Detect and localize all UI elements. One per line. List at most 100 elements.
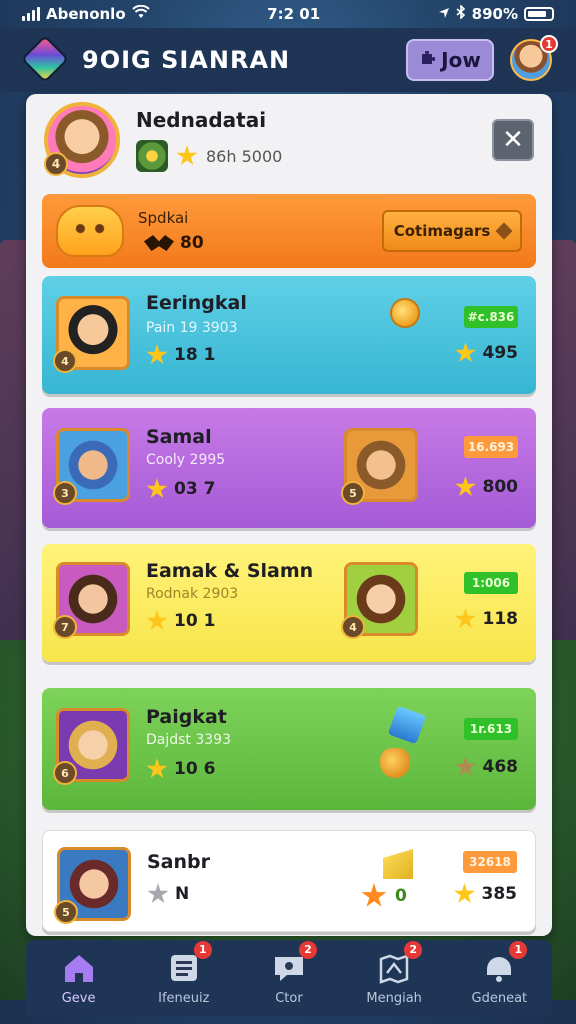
star-icon	[146, 478, 168, 499]
nav-badge: 1	[193, 940, 212, 959]
player-tag: 1:006	[464, 572, 518, 594]
player-card[interactable]: 7 Eamak & Slamn Rodnak 2903 10 1 4 1:006…	[42, 544, 536, 662]
signal-icon	[22, 7, 40, 21]
star-icon	[146, 344, 168, 365]
player-right-stars: 800	[482, 477, 519, 497]
game-logo-icon	[20, 34, 70, 84]
nav-item-map[interactable]: 2 Mengiah	[344, 940, 444, 1006]
star-icon	[146, 610, 168, 631]
rival-avatar: 4	[341, 562, 418, 639]
player-tag: 32618	[463, 851, 517, 873]
carrier-label: Abenonlo	[46, 5, 126, 23]
star-icon	[147, 883, 169, 904]
player-subtitle: Cooly 2995	[146, 452, 226, 468]
coin-icon	[390, 298, 420, 328]
player-tag: 1r.613	[464, 718, 518, 740]
player-name: Eeringkal	[146, 292, 247, 314]
gem-icon	[136, 140, 168, 172]
star-icon	[454, 342, 477, 363]
rival-level-badge: 4	[341, 615, 365, 639]
player-card[interactable]: 4 Eeringkal Pain 19 3903 18 1 #c.836 495	[42, 276, 536, 394]
player-stars: 03 7	[174, 479, 216, 499]
star-icon	[176, 145, 198, 166]
user-avatar[interactable]: 1	[510, 35, 558, 81]
nav-item-list[interactable]: 1 Ifeneuiz	[134, 940, 234, 1006]
leaderboard-panel: 4 Nednadatai 86h 5000 ✕ Spdkai 80 Cotima…	[26, 94, 552, 936]
player-stars: N	[175, 884, 190, 904]
bluetooth-icon	[456, 4, 466, 23]
nav-item-home[interactable]: Geve	[29, 951, 129, 1006]
top-header: 9OIG SIANRAN Jow 1	[0, 28, 576, 92]
profile-level-badge: 4	[44, 152, 68, 176]
close-icon: ✕	[502, 125, 524, 155]
player-right-stars: 468	[482, 757, 519, 777]
show-button[interactable]: Jow	[406, 39, 494, 81]
status-bar: Abenonlo 7:2 01 890%	[0, 0, 576, 28]
bat-icon	[144, 235, 174, 251]
star-icon	[454, 476, 477, 497]
show-button-label: Jow	[441, 48, 481, 72]
app-title: 9OIG SIANRAN	[82, 46, 291, 74]
rival-avatar: 5	[341, 428, 418, 505]
promo-title: Spdkai	[138, 209, 189, 227]
player-level-badge: 4	[53, 349, 77, 373]
cheese-icon	[383, 849, 413, 879]
nav-label: Ifeneuiz	[158, 990, 210, 1006]
profile-stat: 86h 5000	[206, 146, 283, 166]
player-avatar: 3	[53, 428, 130, 505]
avatar-notification-badge: 1	[540, 35, 558, 53]
arrow-icon	[495, 222, 513, 240]
player-name: Eamak & Slamn	[146, 560, 314, 582]
promo-button[interactable]: Cotimagars	[382, 210, 522, 252]
star-icon	[146, 758, 168, 779]
player-avatar: 6	[53, 708, 130, 785]
player-avatar: 4	[53, 296, 130, 373]
player-stars: 10 1	[174, 611, 216, 631]
player-card[interactable]: 3 Samal Cooly 2995 03 7 5 16.693 800	[42, 408, 536, 528]
nav-badge: 2	[298, 940, 317, 959]
nav-item-chat[interactable]: 2 Ctor	[239, 940, 339, 1006]
player-right-stars: 118	[482, 609, 519, 629]
player-level-badge: 5	[54, 900, 78, 924]
promo-banner: Spdkai 80 Cotimagars	[42, 194, 536, 268]
puzzle-icon	[419, 48, 436, 72]
treasure-bag-icon	[380, 748, 410, 778]
player-name: Sanbr	[147, 851, 211, 873]
promo-button-label: Cotimagars	[393, 222, 491, 240]
promo-count: 80	[180, 233, 204, 253]
status-time: 7:2 01	[267, 5, 321, 23]
close-button[interactable]: ✕	[492, 119, 534, 161]
potion-icon	[387, 705, 427, 745]
wifi-icon	[131, 4, 150, 23]
player-name: Paigkat	[146, 706, 227, 728]
player-right-stars: 385	[481, 884, 518, 904]
star-icon	[454, 608, 477, 629]
player-right-stars: 495	[482, 343, 519, 363]
location-icon	[438, 5, 450, 23]
nav-badge: 1	[509, 940, 528, 959]
profile-avatar[interactable]: 4	[44, 102, 120, 178]
nav-item-alerts[interactable]: 1 Gdeneat	[449, 940, 549, 1006]
star-icon	[454, 756, 477, 777]
player-avatar: 7	[53, 562, 130, 639]
player-tag: #c.836	[464, 306, 518, 328]
player-subtitle: Dajdst 3393	[146, 732, 231, 748]
battery-percent: 890%	[471, 5, 518, 23]
player-stars: 18 1	[174, 345, 216, 365]
player-card[interactable]: 5 Sanbr N 0 32618 385	[42, 830, 536, 932]
player-card[interactable]: 6 Paigkat Dajdst 3393 10 6 1r.613 468	[42, 688, 536, 810]
star-icon	[361, 883, 387, 907]
player-name: Samal	[146, 426, 212, 448]
player-level-badge: 6	[53, 761, 77, 785]
player-subtitle: Rodnak 2903	[146, 586, 239, 602]
player-middle-value: 0	[395, 886, 407, 906]
player-level-badge: 7	[53, 615, 77, 639]
nav-label: Mengiah	[366, 990, 422, 1006]
bottom-nav: Geve 1 Ifeneuiz 2 Ctor 2 Mengiah 1 Gdene…	[26, 940, 552, 1016]
nav-badge: 2	[404, 940, 423, 959]
player-avatar: 5	[54, 847, 131, 924]
profile-name: Nednadatai	[136, 108, 267, 132]
nav-label: Gdeneat	[471, 990, 528, 1006]
rival-level-badge: 5	[341, 481, 365, 505]
player-subtitle: Pain 19 3903	[146, 320, 238, 336]
